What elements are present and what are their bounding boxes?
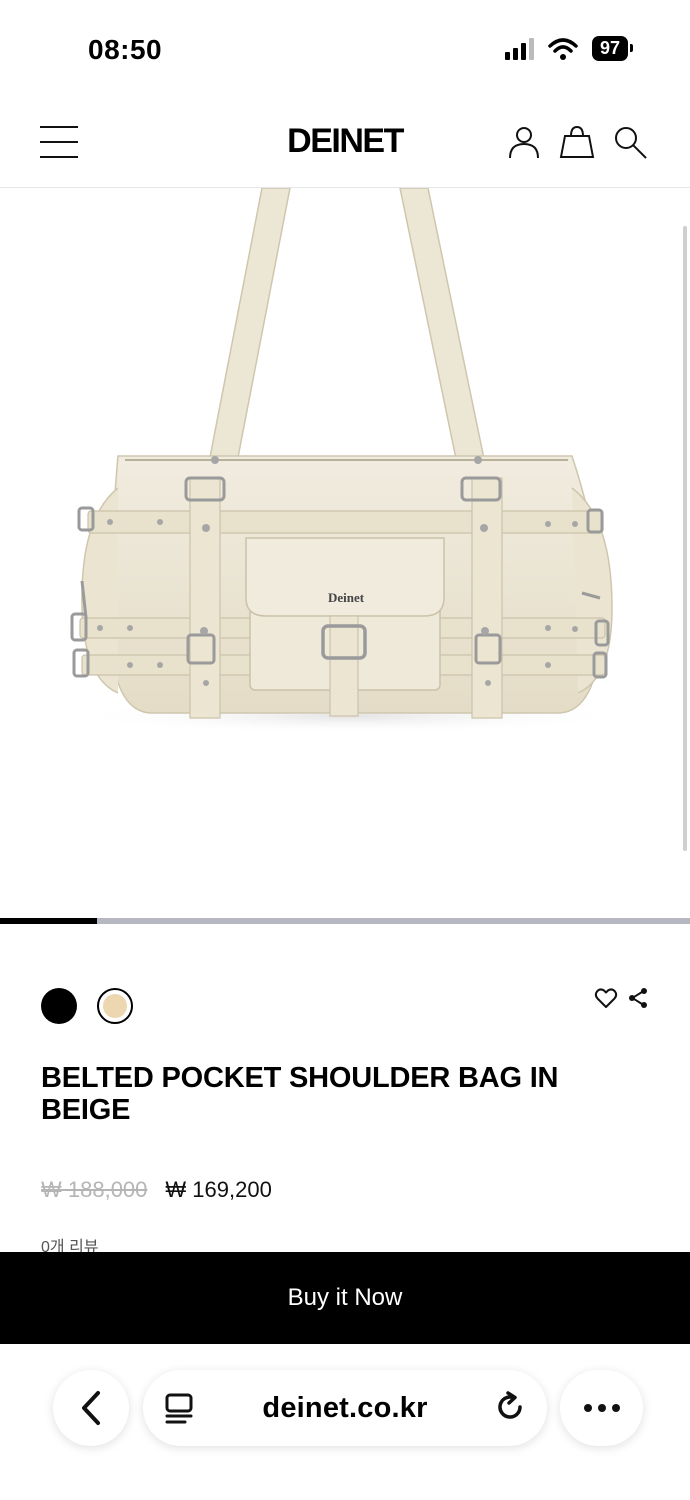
status-icons: 97 [504, 36, 634, 61]
status-time: 08:50 [88, 34, 163, 65]
gallery-progress-bar [0, 918, 690, 924]
battery-indicator: 97 [591, 36, 634, 61]
original-price: ₩ 188,000 [41, 1177, 148, 1202]
site-header: DEINET [0, 100, 690, 188]
browser-toolbar: deinet.co.kr [0, 1344, 690, 1500]
status-bar: 08:50 97 [0, 0, 690, 100]
shoulder-bag-illustration: Deinet [70, 187, 630, 734]
url-text: deinet.co.kr [262, 1392, 428, 1424]
user-icon[interactable] [506, 124, 542, 160]
more-button[interactable] [560, 1370, 643, 1446]
wifi-icon [548, 37, 578, 60]
back-icon [82, 1391, 100, 1425]
share-icon[interactable] [626, 986, 650, 1010]
more-icon [583, 1404, 620, 1412]
search-icon[interactable] [612, 124, 648, 160]
bag-logo: Deinet [328, 590, 365, 605]
reload-icon[interactable] [493, 1390, 527, 1424]
address-bar[interactable]: deinet.co.kr [143, 1370, 547, 1446]
product-title: BELTED POCKET SHOULDER BAG IN BEIGE [41, 1062, 559, 1126]
cellular-signal-icon [504, 37, 534, 60]
buy-it-now-button[interactable]: Buy it Now [0, 1252, 690, 1344]
price-row: ₩ 188,000 ₩ 169,200 [41, 1177, 272, 1203]
page-scrollbar[interactable] [683, 226, 687, 851]
color-swatch-beige[interactable] [97, 988, 133, 1024]
beige-swatch-fill [103, 994, 127, 1018]
shopping-bag-icon[interactable] [559, 124, 595, 160]
product-image[interactable]: Deinet [0, 187, 690, 918]
heart-icon[interactable] [594, 986, 618, 1010]
color-swatch-black[interactable] [41, 988, 77, 1024]
back-button[interactable] [53, 1370, 129, 1446]
sale-price: ₩ 169,200 [165, 1177, 272, 1202]
gallery-progress-fill [0, 918, 97, 924]
